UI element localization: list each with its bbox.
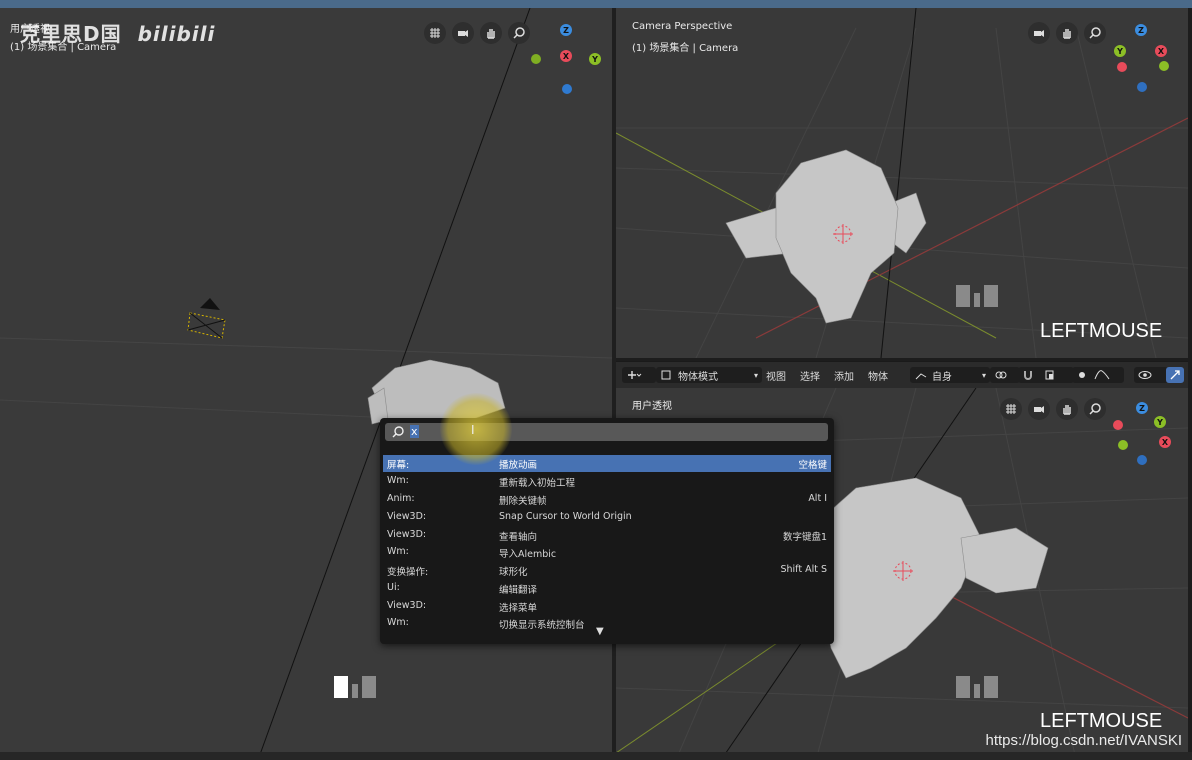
gizmo-y-axis[interactable]: Y — [1154, 416, 1166, 428]
zoom-icon[interactable] — [508, 22, 530, 44]
camera-viewport-view-name: Camera Perspective — [632, 21, 733, 32]
snap-target-icon[interactable] — [1040, 367, 1074, 383]
left-3d-viewport[interactable]: 用户透视 (1) 场景集合 | Camera Z X Y — [0, 8, 612, 760]
chevron-down-icon: ▾ — [753, 370, 758, 380]
gizmo-y-axis[interactable]: Y — [589, 53, 601, 65]
key-overlay-text: LEFTMOUSE — [1040, 320, 1163, 342]
bottom-right-viewport-header: 物体模式 ▾ 视图 选择 添加 物体 自身 ▾ — [616, 361, 1188, 389]
search-result-row[interactable]: 变换操作: 球形化 Shift Alt S — [383, 562, 831, 579]
visibility-eye-icon[interactable] — [1134, 367, 1168, 383]
gizmo-z-axis[interactable]: Z — [560, 24, 572, 36]
object-mode-dropdown[interactable]: 物体模式 ▾ — [656, 367, 762, 383]
chevron-down-icon: ▾ — [981, 370, 986, 380]
search-result-row[interactable]: Anim: 删除关键帧 Alt I — [383, 491, 831, 508]
zoom-icon[interactable] — [1084, 398, 1106, 420]
gizmo-toggle-icon[interactable] — [1166, 367, 1184, 383]
pan-hand-icon[interactable] — [1056, 398, 1078, 420]
gizmo-neg-z-axis[interactable] — [1137, 82, 1147, 92]
search-result-row[interactable]: View3D: 查看轴向 数字键盘1 — [383, 527, 831, 544]
search-result-row[interactable]: View3D: 选择菜单 — [383, 598, 831, 615]
menu-object[interactable]: 物体 — [868, 367, 888, 383]
status-bar — [0, 752, 1192, 760]
channel-watermark: 克里思D国 bilibili — [20, 22, 216, 46]
orientation-icon — [915, 373, 927, 380]
search-result-row[interactable]: Ui: 编辑翻译 — [383, 580, 831, 597]
url-watermark: https://blog.csdn.net/IVANSKI — [985, 732, 1183, 749]
search-query-text: x — [410, 425, 419, 438]
gizmo-neg-z-axis[interactable] — [562, 84, 572, 94]
search-result-row[interactable]: Wm: 切换显示系统控制台 — [383, 615, 831, 632]
scroll-down-arrow-icon[interactable]: ▼ — [596, 626, 604, 637]
camera-perspective-viewport[interactable]: Camera Perspective (1) 场景集合 | Camera Z Y… — [616, 8, 1188, 358]
camera-view-icon[interactable] — [452, 22, 474, 44]
pan-hand-icon[interactable] — [1056, 22, 1078, 44]
object-mode-label: 物体模式 — [678, 371, 718, 383]
menu-add[interactable]: 添加 — [834, 367, 854, 383]
gizmo-z-axis[interactable]: Z — [1136, 402, 1148, 414]
grid-view-icon[interactable] — [1000, 398, 1022, 420]
search-icon — [392, 426, 404, 438]
gizmo-x-axis[interactable]: X — [1159, 436, 1171, 448]
bilibili-logo: bilibili — [137, 22, 216, 46]
gizmo-x-axis[interactable]: X — [560, 50, 572, 62]
user-viewport-view-name: 用户透视 — [632, 401, 672, 412]
camera-view-icon[interactable] — [1028, 22, 1050, 44]
key-overlay-text: LEFTMOUSE — [1040, 710, 1163, 732]
mouse-indicator-icon — [956, 676, 998, 698]
object-mode-icon — [661, 370, 671, 380]
search-result-row[interactable]: 屏幕: 播放动画 空格键 — [383, 455, 831, 472]
pivot-point-icon[interactable] — [990, 367, 1020, 383]
gizmo-x-axis[interactable]: X — [1155, 45, 1167, 57]
gizmo-neg-x-axis[interactable] — [1117, 62, 1127, 72]
zoom-icon[interactable] — [1084, 22, 1106, 44]
pan-hand-icon[interactable] — [480, 22, 502, 44]
gizmo-neg-y-axis[interactable] — [531, 54, 541, 64]
search-result-row[interactable]: View3D: Snap Cursor to World Origin — [383, 509, 831, 526]
search-result-row[interactable]: Wm: 导入Alembic — [383, 544, 831, 561]
gizmo-neg-z-axis[interactable] — [1137, 455, 1147, 465]
left-viewport-scene — [0, 8, 612, 760]
camera-viewport-collection-label: (1) 场景集合 | Camera — [632, 43, 739, 54]
gizmo-y-axis[interactable]: Y — [1114, 45, 1126, 57]
gizmo-neg-y-axis[interactable] — [1118, 440, 1128, 450]
mouse-indicator-icon — [956, 285, 998, 307]
camera-view-icon[interactable] — [1028, 398, 1050, 420]
gizmo-z-axis[interactable]: Z — [1135, 24, 1147, 36]
transform-orientation-label: 自身 — [932, 371, 952, 383]
mouse-indicator-icon — [334, 676, 376, 698]
host-taskbar-strip — [0, 0, 1192, 33]
search-result-row[interactable]: Wm: 重新载入初始工程 — [383, 473, 831, 490]
camera-viewport-scene — [616, 8, 1188, 358]
transform-orientation-dropdown[interactable]: 自身 ▾ — [910, 367, 990, 383]
text-cursor-icon: I — [471, 423, 475, 437]
suzanne-mesh-camera — [725, 149, 927, 324]
gizmo-neg-y-axis[interactable] — [1159, 61, 1169, 71]
menu-select[interactable]: 选择 — [800, 367, 820, 383]
menu-view[interactable]: 视图 — [766, 367, 786, 383]
grid-view-icon[interactable] — [424, 22, 446, 44]
editor-type-icon[interactable] — [622, 367, 656, 383]
cursor-highlight — [440, 393, 512, 465]
falloff-curve-icon[interactable] — [1090, 367, 1124, 383]
gizmo-neg-x-axis[interactable] — [1113, 420, 1123, 430]
